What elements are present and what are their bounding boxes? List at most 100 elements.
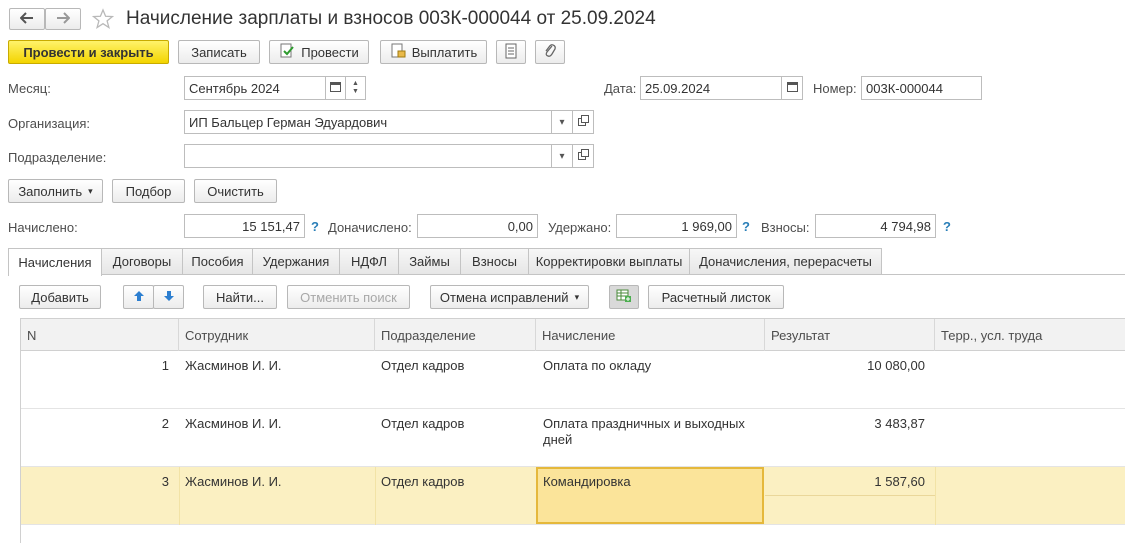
cancel-corrections-label: Отмена исправлений <box>439 289 569 305</box>
row-number: 3 <box>161 474 169 489</box>
table-row[interactable]: 1 Жасминов И. И. Отдел кадров Оплата по … <box>21 351 1125 409</box>
chevron-down-icon: ▾ <box>88 185 93 196</box>
fill-button-label: Заполнить <box>18 183 83 199</box>
withheld-value: 1 969,00 <box>616 214 737 238</box>
department-open-button[interactable] <box>572 144 594 168</box>
forward-button[interactable] <box>45 8 81 30</box>
post-document-icon <box>279 43 295 62</box>
row-result: 10 080,00 <box>867 358 925 373</box>
post-button[interactable]: Провести <box>269 40 369 64</box>
stepper-down-icon[interactable]: ▼ <box>352 88 359 96</box>
tab-accruals[interactable]: Начисления <box>8 248 102 276</box>
organization-open-button[interactable] <box>572 110 594 134</box>
post-button-label: Провести <box>301 44 359 60</box>
back-button[interactable] <box>9 8 45 30</box>
open-form-icon <box>577 115 589 129</box>
tab-loans[interactable]: Займы <box>398 248 461 274</box>
row-employee: Жасминов И. И. <box>185 358 282 373</box>
row-employee: Жасминов И. И. <box>185 474 282 489</box>
table-add-button[interactable] <box>609 285 639 309</box>
pay-button[interactable]: Выплатить <box>380 40 487 64</box>
contributions-help-icon[interactable]: ? <box>943 219 951 234</box>
department-label: Подразделение: <box>8 150 107 165</box>
cancel-corrections-button[interactable]: Отмена исправлений ▾ <box>430 285 589 309</box>
calendar-icon <box>786 81 798 95</box>
organization-label: Организация: <box>8 116 91 131</box>
clear-button[interactable]: Очистить <box>194 179 277 203</box>
tab-deductions[interactable]: Удержания <box>252 248 340 274</box>
row-result: 3 483,87 <box>874 416 925 431</box>
extra-accrued-value: 0,00 <box>417 214 538 238</box>
table-row-selected[interactable]: 3 Жасминов И. И. Отдел кадров Командиров… <box>21 467 1125 525</box>
column-divider <box>179 467 180 525</box>
table-row[interactable]: 2 Жасминов И. И. Отдел кадров Оплата пра… <box>21 409 1125 467</box>
chevron-down-icon: ▾ <box>559 116 565 128</box>
row-accrual: Командировка <box>543 474 631 489</box>
save-button[interactable]: Записать <box>178 40 260 64</box>
paperclip-icon <box>543 43 557 62</box>
row-employee: Жасминов И. И. <box>185 416 282 431</box>
column-header-employee[interactable]: Сотрудник <box>179 319 375 351</box>
tab-contributions[interactable]: Взносы <box>460 248 529 274</box>
page-title: Начисление зарплаты и взносов 003К-00004… <box>126 8 656 29</box>
withheld-label: Удержано: <box>548 220 612 235</box>
post-and-close-button[interactable]: Провести и закрыть <box>8 40 169 64</box>
move-up-button[interactable] <box>123 285 154 309</box>
document-list-icon <box>505 43 517 62</box>
withheld-help-icon[interactable]: ? <box>742 219 750 234</box>
row-accrual: Оплата по окладу <box>543 358 652 373</box>
organization-input[interactable]: ИП Бальцер Герман Эдуардович <box>184 110 552 134</box>
month-calendar-button[interactable] <box>325 76 346 100</box>
date-input[interactable]: 25.09.2024 <box>640 76 782 100</box>
column-header-n[interactable]: N <box>21 319 179 351</box>
arrow-up-icon <box>133 290 145 305</box>
add-button[interactable]: Добавить <box>19 285 101 309</box>
tab-ndfl[interactable]: НДФЛ <box>339 248 399 274</box>
pick-button[interactable]: Подбор <box>112 179 185 203</box>
payslip-button[interactable]: Расчетный листок <box>648 285 784 309</box>
month-input[interactable]: Сентябрь 2024 <box>184 76 326 100</box>
accrued-label: Начислено: <box>8 220 78 235</box>
fill-button[interactable]: Заполнить ▾ <box>8 179 103 203</box>
number-input[interactable]: 003К-000044 <box>861 76 982 100</box>
row-department: Отдел кадров <box>381 416 465 431</box>
department-input[interactable] <box>184 144 552 168</box>
move-down-button[interactable] <box>153 285 184 309</box>
column-header-result[interactable]: Результат <box>765 319 935 351</box>
accrued-value: 15 151,47 <box>184 214 305 238</box>
tab-divider <box>8 274 1125 275</box>
column-header-terr[interactable]: Терр., усл. труда <box>935 319 1125 351</box>
cancel-search-button[interactable]: Отменить поиск <box>287 285 410 309</box>
arrow-right-icon <box>56 11 71 27</box>
organization-dropdown-button[interactable]: ▾ <box>551 110 573 134</box>
stepper-up-icon[interactable]: ▲ <box>352 80 359 88</box>
accrued-help-icon[interactable]: ? <box>311 219 319 234</box>
table-header: N Сотрудник Подразделение Начисление Рез… <box>21 319 1125 351</box>
row-number: 1 <box>161 358 169 373</box>
result-sub-divider <box>765 495 935 496</box>
chevron-down-icon: ▾ <box>574 291 580 302</box>
pay-button-label: Выплатить <box>411 44 478 60</box>
date-label: Дата: <box>604 81 637 96</box>
month-label: Месяц: <box>8 81 51 96</box>
date-calendar-button[interactable] <box>781 76 803 100</box>
row-result: 1 587,60 <box>874 474 925 489</box>
column-header-department[interactable]: Подразделение <box>375 319 536 351</box>
row-number: 2 <box>161 416 169 431</box>
month-stepper[interactable]: ▲ ▼ <box>345 76 366 100</box>
find-button[interactable]: Найти... <box>203 285 277 309</box>
star-icon[interactable] <box>91 8 115 33</box>
column-divider <box>935 467 936 525</box>
report-button[interactable] <box>496 40 526 64</box>
department-dropdown-button[interactable]: ▾ <box>551 144 573 168</box>
arrow-down-icon <box>163 290 175 305</box>
tab-contracts[interactable]: Договоры <box>101 248 183 274</box>
tab-extra-accruals[interactable]: Доначисления, перерасчеты <box>689 248 882 274</box>
column-header-accrual[interactable]: Начисление <box>536 319 765 351</box>
row-department: Отдел кадров <box>381 474 465 489</box>
tab-payment-corrections[interactable]: Корректировки выплаты <box>528 248 690 274</box>
row-department: Отдел кадров <box>381 358 465 373</box>
attach-button[interactable] <box>535 40 565 64</box>
tab-benefits[interactable]: Пособия <box>182 248 253 274</box>
column-divider <box>375 467 376 525</box>
